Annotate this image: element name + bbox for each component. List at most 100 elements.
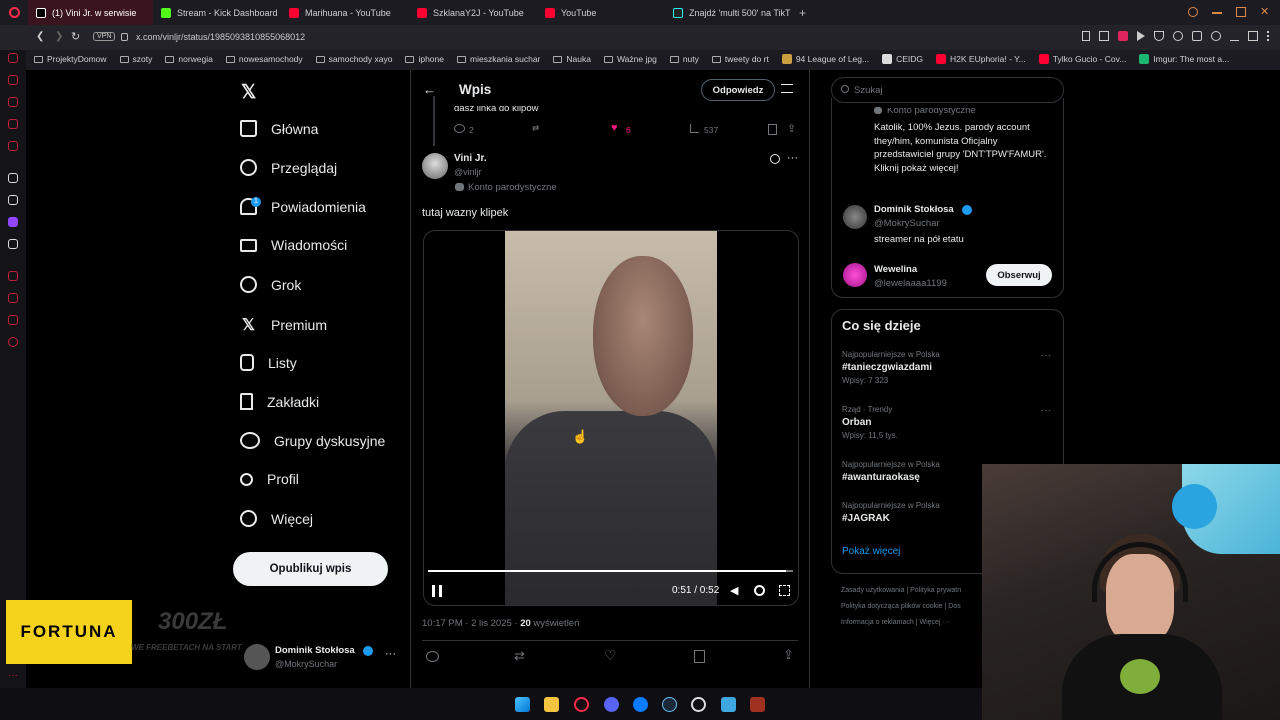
bookmark-folder[interactable]: ProjektyDomow xyxy=(34,54,107,64)
forward-icon[interactable]: ❯ xyxy=(55,31,63,42)
sidebar-app-icon[interactable] xyxy=(8,173,18,183)
share-icon[interactable]: ⇪ xyxy=(783,647,794,663)
filter-settings-icon[interactable] xyxy=(781,84,793,93)
steam-icon[interactable] xyxy=(662,697,677,712)
bookmark-link[interactable]: Imgur: The most a... xyxy=(1139,54,1229,64)
like-filled-icon[interactable]: ♥ xyxy=(611,122,618,134)
sidebar-app-icon[interactable] xyxy=(8,75,18,85)
author-avatar[interactable] xyxy=(422,153,448,179)
avatar[interactable] xyxy=(843,205,867,229)
nav-messages[interactable]: Wiadomości xyxy=(240,237,347,253)
snapshot-icon[interactable] xyxy=(1099,31,1109,41)
footer-link[interactable]: Więcej ··· xyxy=(919,619,949,626)
trend-more-icon[interactable]: ··· xyxy=(1041,405,1051,416)
follow-button[interactable]: Obserwuj xyxy=(986,264,1052,286)
author-handle[interactable]: @vinljr xyxy=(454,167,482,177)
sidebar-app-icon[interactable] xyxy=(8,271,18,281)
share-icon[interactable]: ⇪ xyxy=(787,122,796,135)
bookmark-icon[interactable] xyxy=(694,650,705,663)
trend-more-icon[interactable]: ··· xyxy=(1041,350,1051,361)
account-more-icon[interactable]: ··· xyxy=(385,648,396,660)
trend-item[interactable]: Rząd · Trendy Orban Wpisy: 11,5 tys. ··· xyxy=(842,405,1057,445)
bookmark-folder[interactable]: Ważne jpg xyxy=(603,54,657,64)
video-player[interactable] xyxy=(423,230,799,606)
tweet-more-icon[interactable]: ··· xyxy=(787,152,798,164)
minimize-icon[interactable] xyxy=(1212,12,1222,14)
like-icon[interactable]: ♡ xyxy=(604,647,617,664)
tab-youtube-2[interactable]: SzklanaY2J - YouTube xyxy=(409,0,537,25)
reply-button[interactable]: Odpowiedz xyxy=(701,79,775,101)
bookmark-folder[interactable]: mieszkania suchar xyxy=(457,54,540,64)
tab-vini[interactable]: (1) Vini Jr. w serwisie xyxy=(28,0,153,25)
notepad-icon[interactable] xyxy=(721,697,736,712)
close-icon[interactable]: ✕ xyxy=(1260,7,1270,18)
nav-profile[interactable]: Profil xyxy=(240,471,299,487)
vpn-badge[interactable]: VPN xyxy=(93,32,116,41)
fullscreen-icon[interactable] xyxy=(779,585,790,596)
url-field[interactable]: x.com/vinljr/status/1985093810855068012 xyxy=(136,32,305,42)
share-icon[interactable] xyxy=(1211,31,1221,41)
sidebar-app-icon[interactable] xyxy=(8,119,18,129)
show-more-link[interactable]: Pokaż więcej xyxy=(842,546,900,557)
settings-icon[interactable] xyxy=(8,337,18,347)
nav-bookmarks[interactable]: Zakładki xyxy=(240,393,319,410)
bookmark-folder[interactable]: norwegia xyxy=(165,54,213,64)
search-tabs-icon[interactable] xyxy=(1188,7,1198,17)
repost-icon[interactable]: ⇄ xyxy=(532,123,539,134)
bookmark-folder[interactable]: nowesamochody xyxy=(225,54,303,64)
bookmark-folder[interactable]: szoty xyxy=(119,54,152,64)
pause-icon[interactable] xyxy=(432,585,442,597)
extensions-icon[interactable] xyxy=(1192,31,1202,41)
footer-link[interactable]: Informacja o reklamach xyxy=(841,619,914,626)
tab-tiktok[interactable]: Znajdź 'multi 500' na TikT xyxy=(665,0,793,25)
bookmark-folder[interactable]: nuty xyxy=(669,54,699,64)
nav-communities[interactable]: Grupy dyskusyjne xyxy=(240,432,385,449)
nav-explore[interactable]: Przeglądaj xyxy=(240,159,337,176)
windows-start-icon[interactable] xyxy=(515,697,530,712)
sidebar-app-icon[interactable] xyxy=(8,293,18,303)
trend-item[interactable]: Najpopularniejsze w Polska #tanieczgwiaz… xyxy=(842,350,1057,390)
suggested-handle[interactable]: @MokrySuchar xyxy=(874,218,940,229)
bookmark-folder[interactable]: tweety do rt xyxy=(711,54,769,64)
footer-link[interactable]: Dos xyxy=(948,603,960,610)
obs-icon[interactable] xyxy=(691,697,706,712)
trend-item[interactable]: Najpopularniejsze w Polska #awanturaokas… xyxy=(842,460,977,490)
bookmark-link[interactable]: H2K EUphoria! - Y... xyxy=(936,54,1026,64)
menu-icon[interactable] xyxy=(1267,31,1270,41)
nav-lists[interactable]: Listy xyxy=(240,354,297,371)
tab-youtube-1[interactable]: Marihuana - YouTube xyxy=(281,0,409,25)
bookmark-folder[interactable]: iphone xyxy=(405,54,444,64)
bookmark-link[interactable]: Tylko Gucio - Cov... xyxy=(1038,54,1126,64)
bookmark-folder[interactable]: samochody xayo xyxy=(315,54,392,64)
bookmark-link[interactable]: CEIDG xyxy=(882,54,923,64)
video-progress-bar[interactable] xyxy=(428,570,793,572)
sidebar-app-icon[interactable] xyxy=(8,97,18,107)
sidebar-app-icon[interactable] xyxy=(8,53,18,63)
messenger-icon[interactable] xyxy=(633,697,648,712)
maximize-icon[interactable] xyxy=(1236,7,1246,17)
nav-more[interactable]: Więcej xyxy=(240,510,313,527)
account-switcher[interactable]: Dominik Stokłosa @MokrySuchar ··· xyxy=(240,640,405,676)
shield-icon[interactable] xyxy=(1154,31,1164,41)
sidebar-app-icon[interactable] xyxy=(8,195,18,205)
video-settings-icon[interactable] xyxy=(754,585,765,596)
bookmark-icon[interactable] xyxy=(768,124,777,135)
bookmark-page-icon[interactable] xyxy=(1082,31,1090,41)
opera-gx-icon[interactable] xyxy=(574,697,589,712)
footer-link[interactable]: Zasady użytkowania xyxy=(841,587,904,594)
suggested-name[interactable]: Dominik Stokłosa xyxy=(874,204,954,215)
back-icon[interactable]: ❮ xyxy=(36,31,44,42)
reply-icon[interactable] xyxy=(454,124,465,133)
repost-icon[interactable]: ⇄ xyxy=(514,648,525,664)
heart-icon[interactable] xyxy=(1173,31,1183,41)
footer-link[interactable]: Polityka prywatn xyxy=(910,587,961,594)
twitch-icon[interactable] xyxy=(8,217,18,227)
tab-kick[interactable]: Stream - Kick Dashboard xyxy=(153,0,281,25)
heart-badge-icon[interactable] xyxy=(1118,31,1128,41)
bookmark-link[interactable]: 94 League of Leg... xyxy=(781,54,869,64)
grok-analyze-icon[interactable] xyxy=(770,154,780,164)
nav-grok[interactable]: Grok xyxy=(240,276,301,293)
opera-logo-icon[interactable] xyxy=(0,0,28,25)
download-icon[interactable] xyxy=(1230,31,1239,41)
trend-item[interactable]: Najpopularniejsze w Polska #JAGRAK xyxy=(842,501,977,531)
